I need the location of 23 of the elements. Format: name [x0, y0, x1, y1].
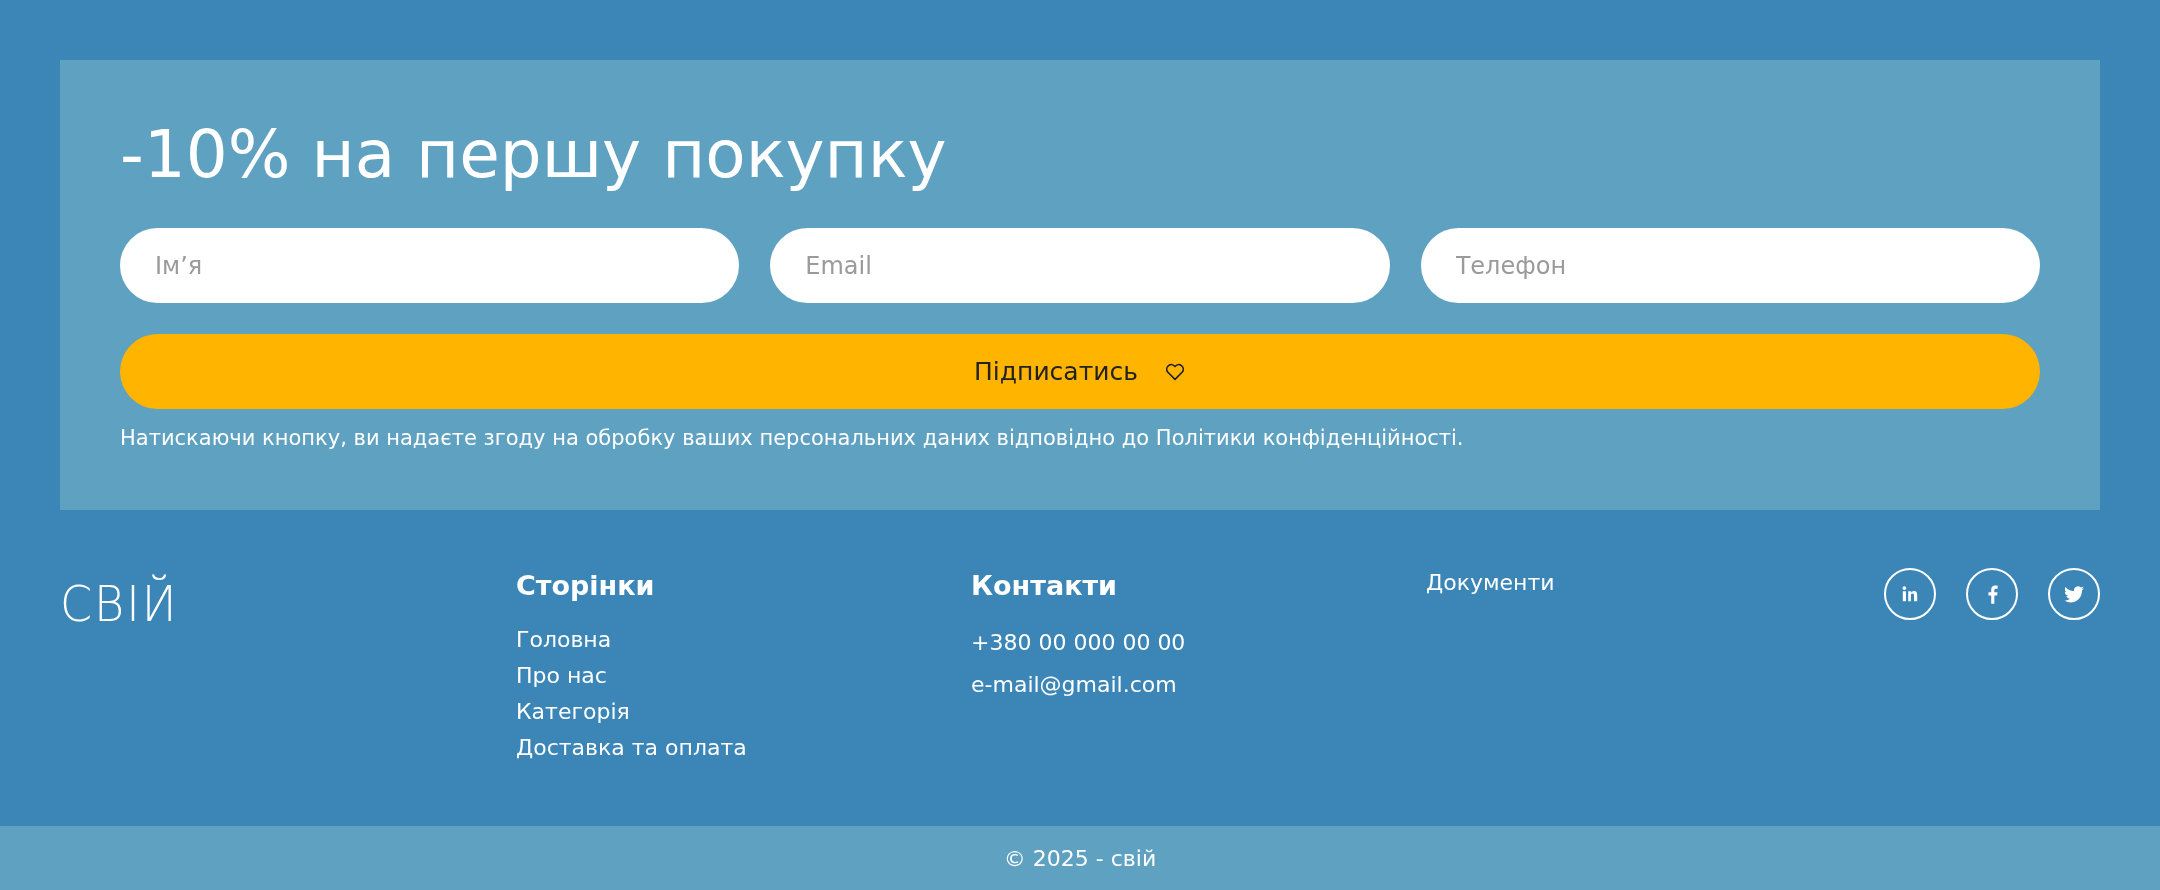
social-button[interactable]	[1884, 568, 1936, 620]
logo[interactable]: СВІЙ	[60, 575, 179, 631]
subscribe-button[interactable]: Підписатись	[120, 334, 2040, 409]
bird-icon	[2064, 585, 2084, 603]
input-field[interactable]: Email	[770, 228, 1390, 303]
copyright-text: © 2025 - свій	[1003, 845, 1157, 871]
input-field[interactable]: Телефон	[1420, 228, 2040, 303]
contact-link[interactable]: +380 00 000 00 00	[971, 622, 1186, 664]
contact-link[interactable]: e-mail@gmail.com	[971, 664, 1177, 706]
footer-link[interactable]: Категорія	[516, 694, 630, 730]
footer-link[interactable]: Головна	[516, 622, 612, 658]
column-heading: Сторінки	[516, 569, 655, 603]
footer-link[interactable]: Про нас	[516, 658, 607, 694]
facebook-icon	[1986, 584, 1998, 604]
linkedin-icon	[1901, 585, 1919, 603]
documents-link[interactable]: Документи	[1426, 568, 1555, 598]
consent-text: Натискаючи кнопку, ви надаєте згоду на обробку ваших персональних даних відповідно до Політики конфіденційності.	[120, 425, 1465, 452]
social-button[interactable]	[2048, 568, 2100, 620]
input-field[interactable]: Ім’я	[120, 228, 740, 303]
footer-link[interactable]: Доставка та оплата	[516, 730, 747, 766]
social-button[interactable]	[1966, 568, 2018, 620]
column-heading: Контакти	[971, 569, 1118, 603]
promo-title: -10% на першу покупку	[120, 115, 948, 195]
